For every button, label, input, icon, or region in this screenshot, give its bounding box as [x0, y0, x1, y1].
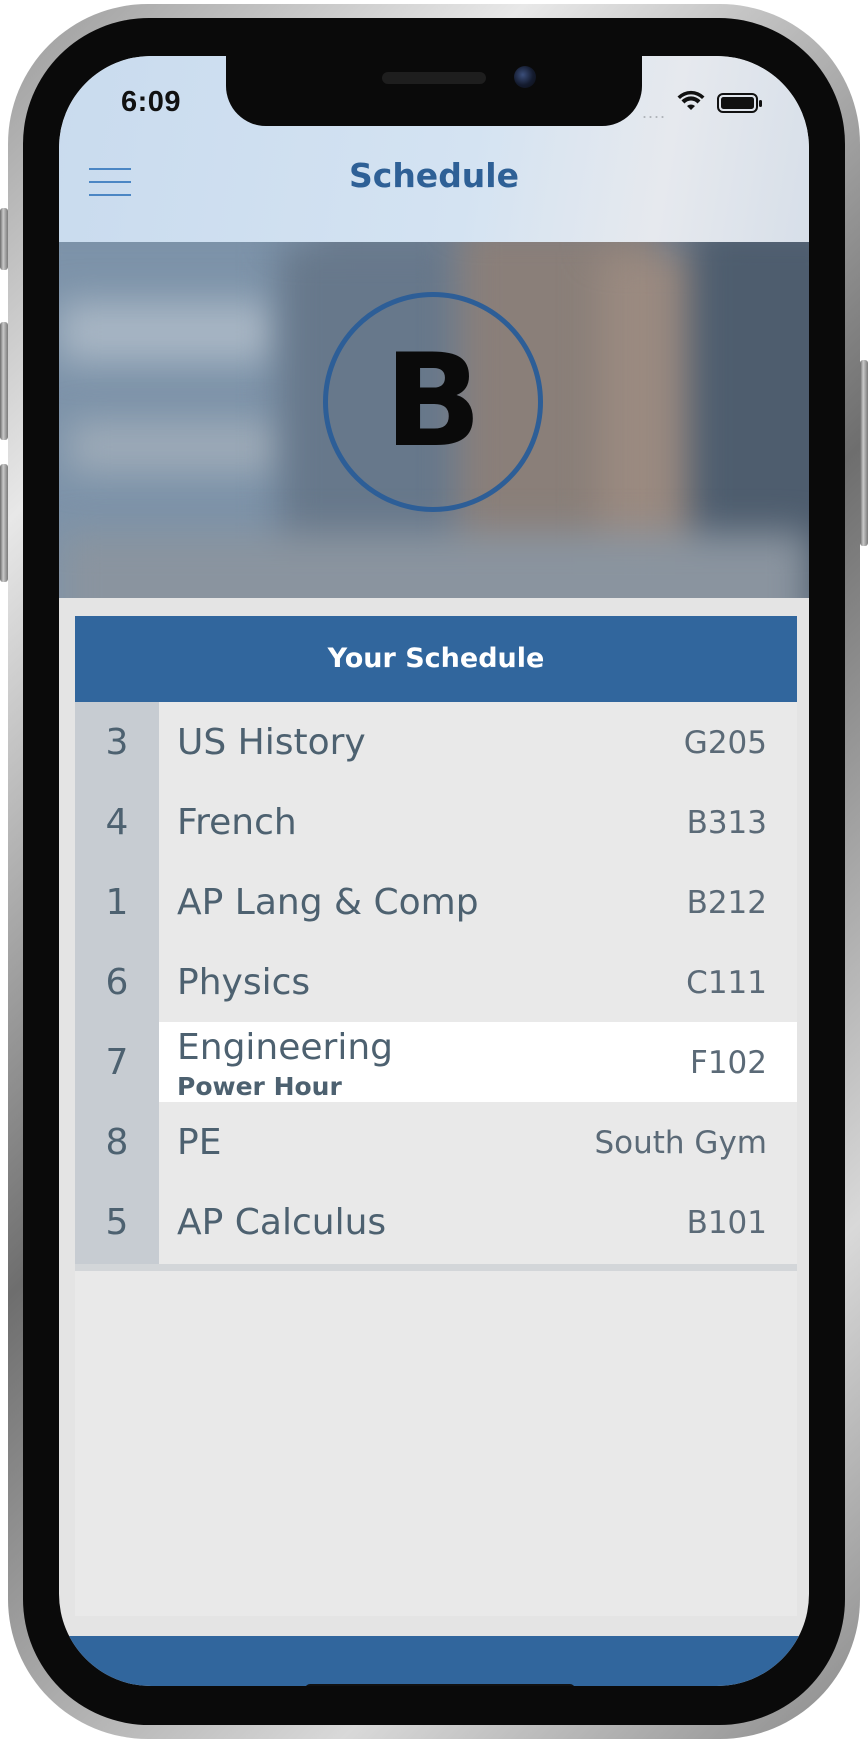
schedule-row[interactable]: 4 French B313 [75, 782, 797, 871]
hero-blur-shape [59, 532, 809, 598]
room-number: South Gym [594, 1125, 767, 1161]
device-frame-stage: 6:09 .... Schedule B Your Schedule 3 US … [0, 0, 868, 1743]
bottom-bar [59, 1636, 809, 1686]
period-number: 4 [75, 782, 159, 864]
schedule-card: Your Schedule 3 US History G205 4 French… [75, 616, 797, 1616]
schedule-row-current[interactable]: 7 Engineering Power Hour F102 [75, 1022, 797, 1111]
period-number: 6 [75, 942, 159, 1024]
room-number: B101 [686, 1205, 767, 1241]
period-number: 8 [75, 1102, 159, 1184]
period-number: 5 [75, 1182, 159, 1264]
earpiece-speaker [382, 72, 486, 84]
room-number: B313 [686, 805, 767, 841]
room-number: G205 [683, 725, 767, 761]
course-name: US History [177, 722, 366, 763]
hero-background-image: B [59, 242, 809, 598]
hero-blur-shape [69, 422, 289, 472]
course-name: Physics [177, 962, 311, 1003]
schedule-row[interactable]: 1 AP Lang & Comp B212 [75, 862, 797, 951]
wifi-icon [677, 90, 705, 110]
schedule-row[interactable]: 6 Physics C111 [75, 942, 797, 1031]
room-number: F102 [689, 1045, 767, 1081]
front-camera [514, 66, 536, 88]
course-name: AP Calculus [177, 1202, 387, 1243]
screen: 6:09 .... Schedule B Your Schedule 3 US … [59, 56, 809, 1686]
schedule-card-header: Your Schedule [75, 616, 797, 702]
period-number: 1 [75, 862, 159, 944]
hero-blur-shape [59, 302, 279, 362]
volume-down-button [0, 464, 8, 582]
course-name: PE [177, 1122, 222, 1163]
schedule-row[interactable]: 5 AP Calculus B101 [75, 1182, 797, 1271]
course-name: French [177, 802, 297, 843]
period-number: 3 [75, 702, 159, 784]
signal-strength-indicator: .... [642, 102, 667, 122]
status-time: 6:09 [121, 86, 182, 118]
page-title: Schedule [348, 156, 519, 195]
battery-icon [717, 93, 762, 113]
schedule-row[interactable]: 3 US History G205 [75, 702, 797, 791]
power-button [860, 360, 868, 546]
course-subtitle: Power Hour [177, 1072, 342, 1101]
volume-up-button [0, 322, 8, 440]
day-letter: B [384, 327, 482, 476]
course-name: AP Lang & Comp [177, 882, 479, 923]
silent-switch [0, 208, 8, 270]
day-indicator-circle: B [323, 292, 543, 512]
phone-body: 6:09 .... Schedule B Your Schedule 3 US … [8, 4, 860, 1739]
home-indicator[interactable] [305, 1684, 575, 1686]
period-number: 7 [75, 1022, 159, 1104]
phone-bezel: 6:09 .... Schedule B Your Schedule 3 US … [23, 18, 845, 1725]
device-notch [226, 56, 642, 126]
room-number: C111 [686, 965, 767, 1001]
room-number: B212 [686, 885, 767, 921]
schedule-row[interactable]: 8 PE South Gym [75, 1102, 797, 1191]
